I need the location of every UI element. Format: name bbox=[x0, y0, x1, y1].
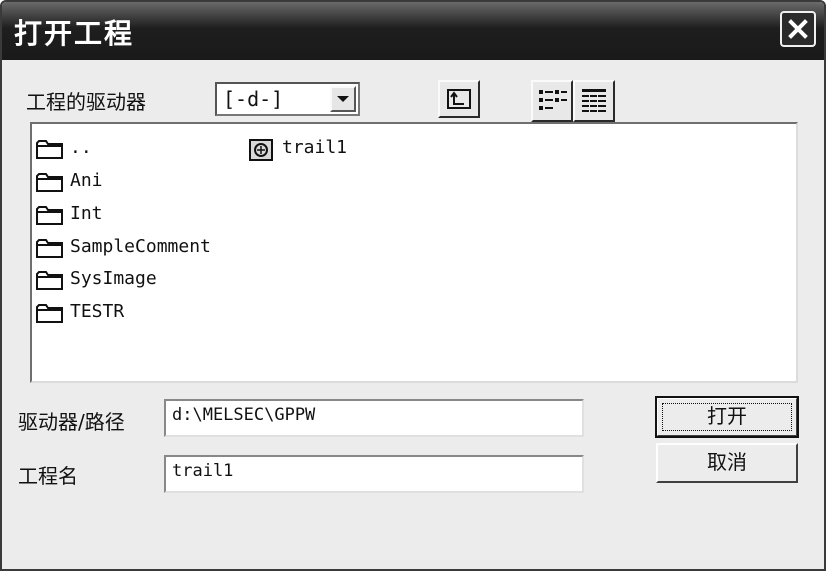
project-name-field[interactable]: trail1 bbox=[164, 455, 584, 493]
folder-icon bbox=[36, 304, 63, 323]
folder-icon bbox=[36, 173, 63, 192]
drive-select[interactable]: [-d-] bbox=[215, 82, 360, 116]
folder-icon bbox=[36, 140, 63, 159]
detail-view-button[interactable] bbox=[573, 80, 615, 122]
detail-view-icon bbox=[582, 89, 606, 112]
close-button[interactable] bbox=[780, 11, 816, 47]
folder-icon bbox=[36, 271, 63, 290]
title-bar[interactable]: 打开工程 bbox=[2, 2, 824, 60]
focus-rect bbox=[662, 403, 792, 431]
path-field[interactable]: d:\MELSEC\GPPW bbox=[164, 399, 584, 437]
cancel-button[interactable]: 取消 bbox=[656, 443, 798, 483]
file-list[interactable]: .. Ani Int SampleComment SysImage TESTR … bbox=[30, 122, 798, 383]
cancel-button-label: 取消 bbox=[707, 450, 747, 474]
open-project-dialog: 打开工程 工程的驱动器 [-d-] .. Ani Int SampleComme… bbox=[0, 0, 826, 571]
drive-label: 工程的驱动器 bbox=[26, 90, 146, 114]
list-view-icon bbox=[539, 90, 567, 110]
project-name-label: 工程名 bbox=[18, 464, 78, 488]
up-folder-button[interactable] bbox=[438, 80, 480, 118]
up-folder-icon bbox=[447, 89, 471, 109]
project-icon bbox=[249, 139, 273, 161]
dialog-title: 打开工程 bbox=[14, 17, 135, 50]
folder-icon bbox=[36, 239, 63, 258]
close-icon bbox=[788, 19, 808, 39]
drive-select-value: [-d-] bbox=[223, 87, 284, 111]
path-label: 驱动器/路径 bbox=[18, 410, 125, 434]
list-view-button[interactable] bbox=[531, 80, 573, 122]
open-button[interactable]: 打开 bbox=[655, 396, 799, 438]
dropdown-button[interactable] bbox=[330, 86, 356, 112]
chevron-down-icon bbox=[337, 96, 349, 102]
folder-icon bbox=[36, 206, 63, 225]
